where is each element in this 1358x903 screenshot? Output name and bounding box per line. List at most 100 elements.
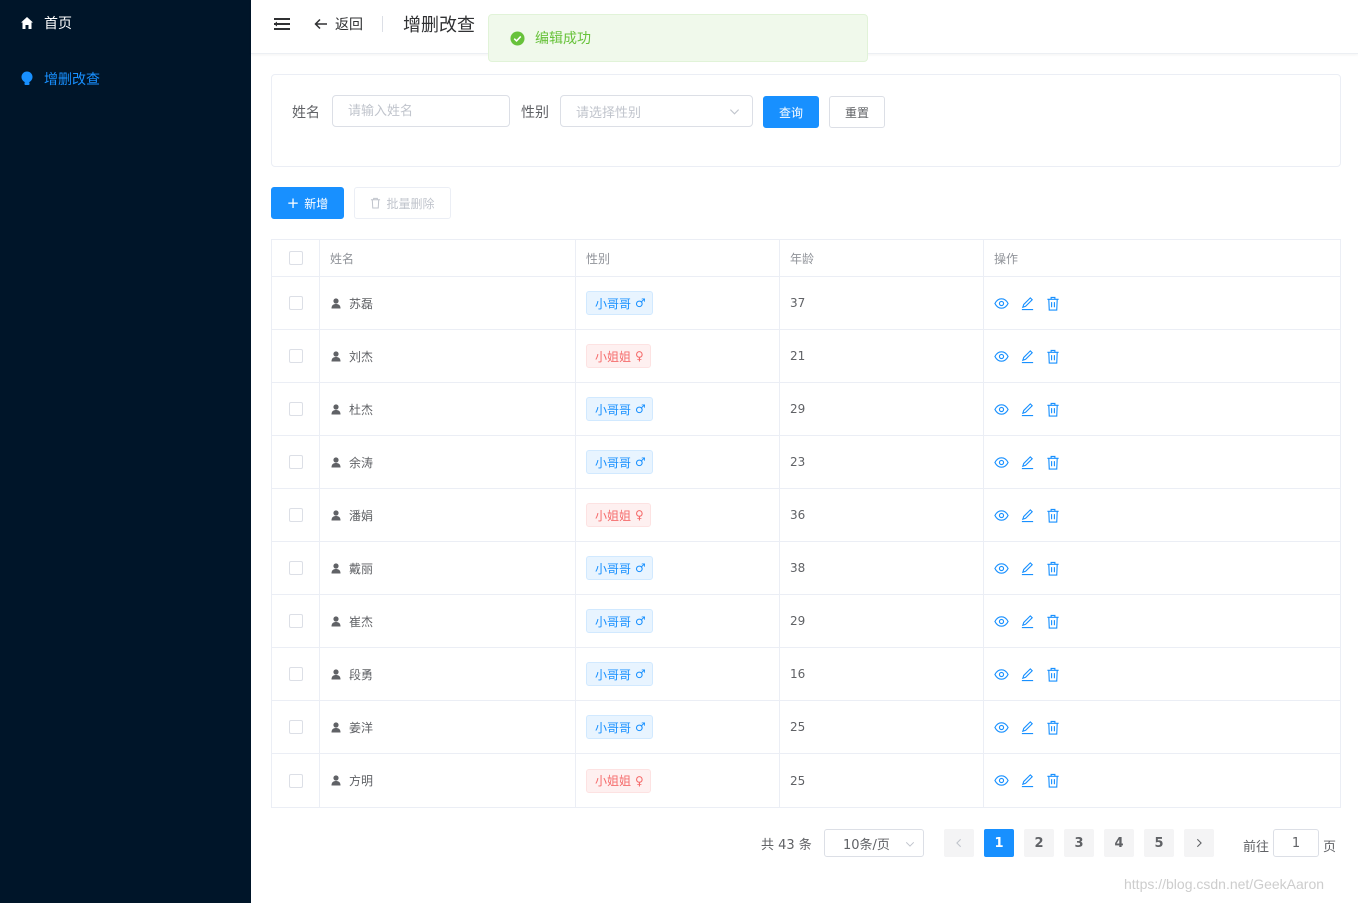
edit-icon[interactable] [1020, 614, 1035, 629]
back-button[interactable]: 返回 [313, 12, 363, 36]
view-icon[interactable] [994, 508, 1009, 523]
table-row: 苏磊 小哥哥 ♂ 37 [272, 277, 1340, 330]
table-row: 崔杰 小哥哥 ♂ 29 [272, 595, 1340, 648]
view-icon[interactable] [994, 773, 1009, 788]
cell-name: 苏磊 [349, 296, 374, 311]
table-row: 刘杰 小姐姐 ♀ 21 [272, 330, 1340, 383]
next-page-button[interactable] [1184, 829, 1214, 857]
page-3-button[interactable]: 3 [1064, 829, 1094, 857]
row-checkbox[interactable] [288, 614, 303, 628]
edit-icon[interactable] [1020, 296, 1035, 311]
row-checkbox[interactable] [288, 402, 303, 416]
page-size-select[interactable]: 10条/页 [824, 829, 924, 857]
name-input[interactable] [332, 95, 510, 127]
query-button[interactable]: 查询 [763, 96, 819, 128]
row-checkbox[interactable] [288, 508, 303, 522]
edit-icon[interactable] [1020, 455, 1035, 470]
page-suffix-label: 页 [1323, 840, 1337, 855]
cell-name: 戴丽 [349, 561, 374, 576]
table-row: 方明 小姐姐 ♀ 25 [272, 754, 1340, 807]
view-icon[interactable] [994, 455, 1009, 470]
delete-icon[interactable] [1046, 508, 1061, 523]
gender-label: 性别 [521, 105, 549, 121]
sidebar-item-label: 首页 [44, 16, 72, 32]
delete-icon[interactable] [1046, 561, 1061, 576]
user-icon [331, 403, 341, 415]
chevron-left-icon [956, 838, 962, 848]
chevron-down-icon [729, 109, 740, 115]
edit-icon[interactable] [1020, 720, 1035, 735]
delete-icon[interactable] [1046, 349, 1061, 364]
gender-select[interactable]: 请选择性别 [560, 95, 753, 127]
view-icon[interactable] [994, 296, 1009, 311]
gender-tag: 小哥哥 ♂ [586, 397, 653, 421]
page-1-button[interactable]: 1 [984, 829, 1014, 857]
batch-delete-button[interactable]: 批量删除 [354, 187, 451, 219]
back-label: 返回 [335, 17, 363, 33]
edit-icon[interactable] [1020, 667, 1035, 682]
row-checkbox[interactable] [288, 773, 303, 788]
row-checkbox[interactable] [288, 455, 303, 469]
chevron-down-icon [905, 841, 915, 847]
row-checkbox[interactable] [288, 561, 303, 575]
page-4-button[interactable]: 4 [1104, 829, 1134, 857]
delete-icon[interactable] [1046, 614, 1061, 629]
reset-button[interactable]: 重置 [829, 96, 885, 128]
cell-name: 崔杰 [349, 614, 374, 629]
add-button[interactable]: + 新增 [271, 187, 344, 219]
toast-message: 编辑成功 [535, 31, 591, 47]
delete-icon[interactable] [1046, 455, 1061, 470]
row-checkbox[interactable] [288, 349, 303, 363]
sidebar-item-label: 增删改查 [44, 72, 100, 88]
view-icon[interactable] [994, 561, 1009, 576]
gender-tag: 小哥哥 ♂ [586, 556, 653, 580]
user-icon [331, 350, 341, 362]
home-icon [20, 16, 34, 30]
row-actions [994, 614, 1061, 629]
sidebar-item-crud[interactable]: 增删改查 [0, 56, 251, 102]
cell-age: 37 [780, 277, 984, 329]
delete-icon[interactable] [1046, 296, 1061, 311]
name-label: 姓名 [292, 105, 320, 121]
view-icon[interactable] [994, 614, 1009, 629]
page-title: 增删改查 [403, 15, 475, 36]
view-icon[interactable] [994, 349, 1009, 364]
male-symbol-icon: ♂ [635, 402, 646, 416]
edit-icon[interactable] [1020, 349, 1035, 364]
delete-icon[interactable] [1046, 402, 1061, 417]
view-icon[interactable] [994, 720, 1009, 735]
view-icon[interactable] [994, 402, 1009, 417]
prev-page-button[interactable] [944, 829, 974, 857]
edit-icon[interactable] [1020, 402, 1035, 417]
column-header-age: 年龄 [780, 240, 984, 276]
view-icon[interactable] [994, 667, 1009, 682]
page-5-button[interactable]: 5 [1144, 829, 1174, 857]
goto-page-input[interactable] [1273, 829, 1319, 857]
plus-icon: + [286, 193, 300, 212]
row-checkbox[interactable] [288, 296, 303, 310]
select-all-checkbox[interactable] [288, 251, 303, 265]
gender-text: 小哥哥 [595, 561, 632, 576]
delete-icon[interactable] [1046, 720, 1061, 735]
delete-icon[interactable] [1046, 667, 1061, 682]
data-table: 姓名 性别 年龄 操作 苏磊 小哥哥 ♂ 37 刘杰 小姐姐 ♀ 21 杜杰 小哥哥 ♂ 29 余涛 小哥… [271, 239, 1341, 808]
gender-text: 小哥哥 [595, 296, 632, 311]
row-checkbox[interactable] [288, 720, 303, 734]
row-checkbox[interactable] [288, 667, 303, 681]
sidebar-item-home[interactable]: 首页 [0, 0, 251, 46]
delete-icon[interactable] [1046, 773, 1061, 788]
edit-icon[interactable] [1020, 561, 1035, 576]
edit-icon[interactable] [1020, 773, 1035, 788]
menu-toggle-icon[interactable] [273, 15, 291, 33]
user-icon [331, 615, 341, 627]
cell-age: 23 [780, 436, 984, 488]
cell-age: 21 [780, 330, 984, 382]
page-2-button[interactable]: 2 [1024, 829, 1054, 857]
male-symbol-icon: ♂ [635, 296, 646, 310]
user-icon [331, 509, 341, 521]
edit-icon[interactable] [1020, 508, 1035, 523]
gender-tag: 小哥哥 ♂ [586, 450, 653, 474]
cell-name: 段勇 [349, 667, 374, 682]
row-actions [994, 773, 1061, 788]
row-actions [994, 720, 1061, 735]
